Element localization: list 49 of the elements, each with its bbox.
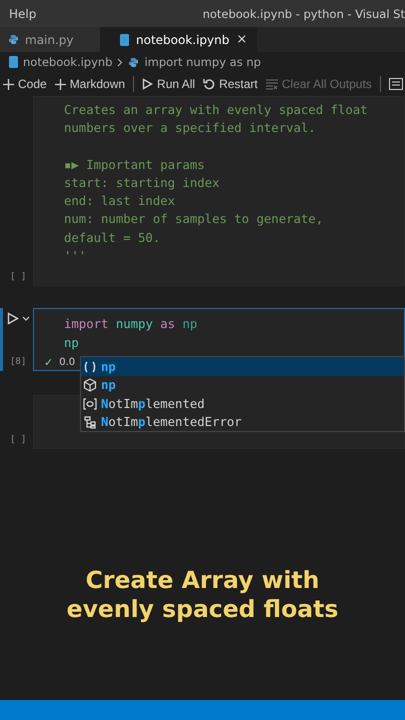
- python-icon: [8, 34, 19, 45]
- code-line: ''': [64, 248, 88, 266]
- code-line: numbers over a specified interval.: [64, 120, 317, 138]
- code-line: import numpy as np: [64, 316, 198, 334]
- window-title: notebook.ipynb - python - Visual St: [202, 6, 405, 20]
- plus-icon: [3, 78, 14, 90]
- restart-icon: [203, 78, 216, 90]
- brackets-icon: [83, 360, 97, 373]
- suggestion-item[interactable]: NotImplemented: [81, 394, 404, 413]
- toolbar-button[interactable]: Markdown: [54, 77, 126, 91]
- cube-icon: [83, 378, 97, 392]
- suggestion-item[interactable]: np: [81, 357, 404, 376]
- execution-count: [ ]: [10, 435, 26, 446]
- help-menu[interactable]: Help: [9, 6, 36, 20]
- play-icon: [142, 78, 154, 90]
- editor-tab[interactable]: notebook.ipynb ×: [100, 27, 258, 52]
- close-icon[interactable]: ×: [236, 32, 248, 47]
- execution-time: 0.0: [59, 357, 76, 368]
- code-line: end: last index: [64, 193, 176, 210]
- toolbar-button[interactable]: Run All: [142, 77, 196, 91]
- suggestion-item[interactable]: np: [81, 376, 404, 394]
- caption: Create Array with evenly spaced floats: [66, 566, 340, 624]
- python-icon: [128, 56, 140, 68]
- code-line: np: [64, 334, 80, 352]
- run-cell-button[interactable]: [7, 312, 19, 326]
- chevron-icon[interactable]: [22, 316, 30, 322]
- execution-count: [ ]: [10, 272, 26, 282]
- breadcrumb-item[interactable]: notebook.ipynb: [23, 55, 112, 69]
- variables-icon[interactable]: [388, 78, 403, 90]
- notebook-icon: [120, 34, 129, 46]
- editor-tab[interactable]: main.py: [0, 27, 100, 52]
- clear-icon: [266, 78, 278, 90]
- toolbar-button[interactable]: Code: [3, 77, 47, 91]
- variable-icon: [83, 398, 97, 410]
- plus-icon: [54, 78, 66, 90]
- code-line: num: number of samples to generate,: [64, 211, 324, 228]
- chevron-icon: [117, 58, 124, 66]
- code-line: Creates an array with evenly spaced float: [64, 102, 369, 119]
- check-icon: ✓: [44, 356, 54, 370]
- class-icon: [83, 415, 97, 430]
- code-line: ▪▶ Important params: [64, 156, 206, 174]
- code-line: default = 50.: [64, 230, 162, 247]
- notebook-icon: [9, 56, 18, 68]
- breadcrumb-item[interactable]: import numpy as np: [144, 55, 261, 69]
- code-line: start: starting index: [64, 174, 220, 192]
- suggestion-item[interactable]: NotImplementedError: [81, 412, 404, 432]
- toolbar-button[interactable]: Restart: [203, 77, 258, 91]
- execution-count: [8]: [10, 357, 26, 368]
- markdown-cell[interactable]: Creates an array with evenly spaced float numbers over a specified interval. ▪▶ Important params start: starting index end: last index num: number of samples to generate, default = 50. ''': [33, 96, 405, 286]
